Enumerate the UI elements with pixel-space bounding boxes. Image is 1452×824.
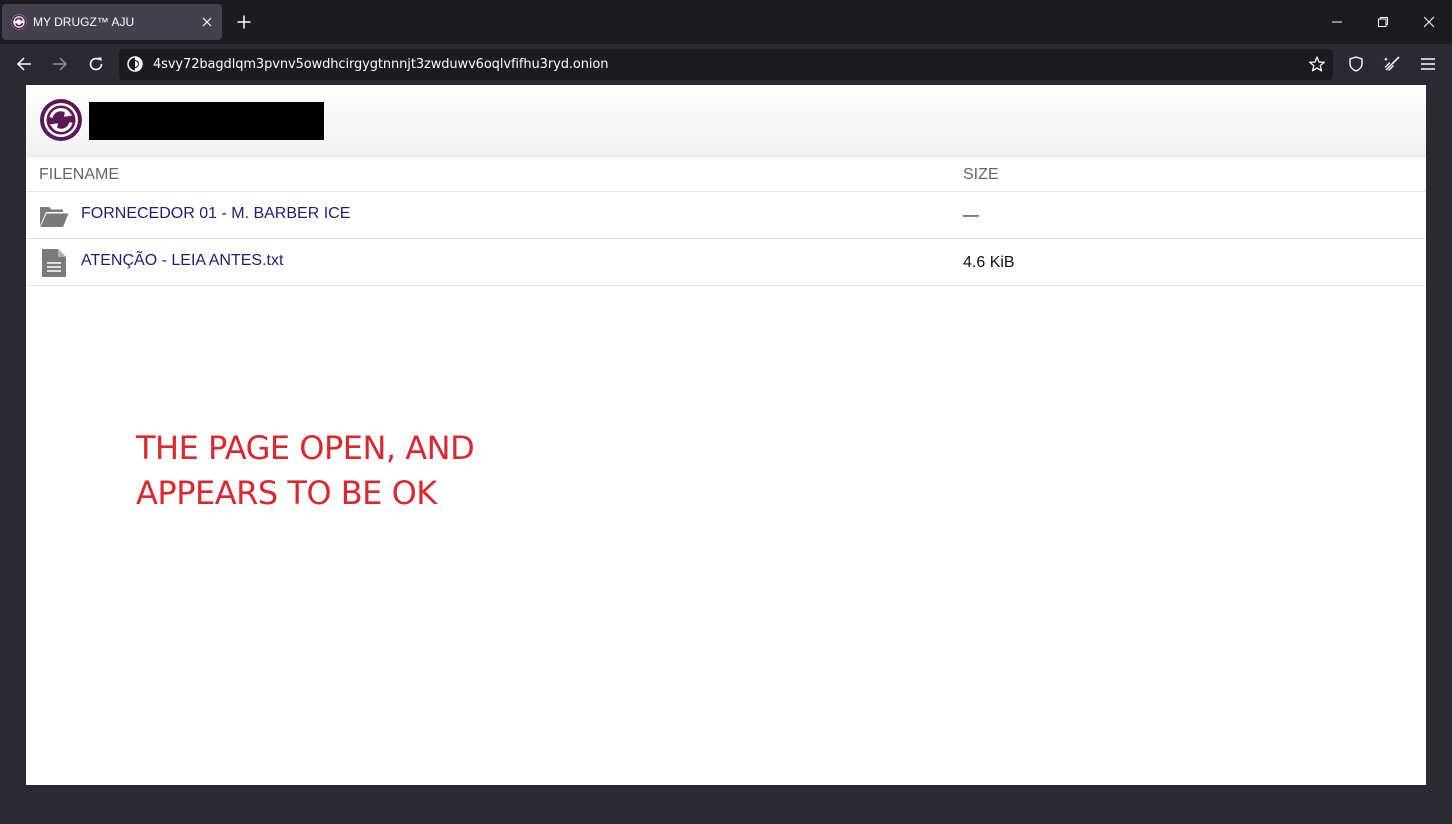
annotation-line: APPEARS TO BE OK xyxy=(136,474,437,512)
table-row: ATENÇÃO - LEIA ANTES.txt 4.6 KiB xyxy=(26,239,1426,286)
rotating-arrows-icon xyxy=(11,14,27,30)
file-size: 4.6 KiB xyxy=(963,254,1015,271)
address-bar[interactable]: 4svy72bagdlqm3pvnv5owdhcirgygtnnnjt3zwdu… xyxy=(119,49,1333,80)
browser-tab[interactable]: MY DRUGZ™ AJU xyxy=(2,4,222,40)
file-size: — xyxy=(963,207,979,224)
minimize-button[interactable] xyxy=(1327,12,1347,32)
url-text[interactable]: 4svy72bagdlqm3pvnv5owdhcirgygtnnnjt3zwdu… xyxy=(153,57,608,72)
site-header xyxy=(26,85,1426,157)
column-header-filename[interactable]: FILENAME xyxy=(39,166,119,184)
security-level-button[interactable] xyxy=(1346,54,1366,74)
minimize-icon xyxy=(1332,21,1342,23)
rotating-arrows-logo xyxy=(40,99,82,141)
hamburger-menu-icon xyxy=(1421,58,1435,70)
reload-button[interactable] xyxy=(86,54,106,74)
file-link[interactable]: FORNECEDOR 01 - M. BARBER ICE xyxy=(81,205,350,223)
column-header-size[interactable]: SIZE xyxy=(963,166,999,184)
folder-icon xyxy=(40,207,69,227)
restore-button[interactable] xyxy=(1373,12,1393,32)
back-button[interactable] xyxy=(14,54,34,74)
new-identity-button[interactable] xyxy=(1382,54,1402,74)
tab-strip: MY DRUGZ™ AJU xyxy=(0,0,1452,44)
text-file-icon xyxy=(42,249,66,277)
bookmark-button[interactable] xyxy=(1307,54,1327,74)
close-icon[interactable] xyxy=(198,13,216,31)
navigation-toolbar: 4svy72bagdlqm3pvnv5owdhcirgygtnnnjt3zwdu… xyxy=(0,44,1452,85)
plus-icon xyxy=(237,15,251,29)
arrow-right-icon xyxy=(53,57,68,71)
arrow-left-icon xyxy=(16,57,31,71)
close-icon xyxy=(1423,16,1435,28)
star-icon xyxy=(1309,56,1325,72)
page-viewport: FILENAME SIZE FORNECEDOR 01 - M. BARBER … xyxy=(26,85,1426,785)
forward-button[interactable] xyxy=(50,54,70,74)
annotation-text: THE PAGE OPEN, AND APPEARS TO BE OK xyxy=(136,426,475,516)
reload-icon xyxy=(89,57,103,71)
listing-header-row: FILENAME SIZE xyxy=(26,157,1426,192)
annotation-line: THE PAGE OPEN, AND xyxy=(136,429,475,467)
window-close-button[interactable] xyxy=(1419,12,1439,32)
file-listing: FILENAME SIZE FORNECEDOR 01 - M. BARBER … xyxy=(26,157,1426,286)
table-row: FORNECEDOR 01 - M. BARBER ICE — xyxy=(26,192,1426,239)
redacted-site-title xyxy=(89,102,324,140)
onion-icon xyxy=(127,56,143,72)
file-link[interactable]: ATENÇÃO - LEIA ANTES.txt xyxy=(81,252,283,270)
tab-title: MY DRUGZ™ AJU xyxy=(33,15,135,29)
app-menu-button[interactable] xyxy=(1418,54,1438,74)
shield-icon xyxy=(1349,56,1363,72)
new-tab-button[interactable] xyxy=(234,12,254,32)
broom-icon xyxy=(1383,56,1400,71)
restore-icon xyxy=(1378,17,1388,27)
